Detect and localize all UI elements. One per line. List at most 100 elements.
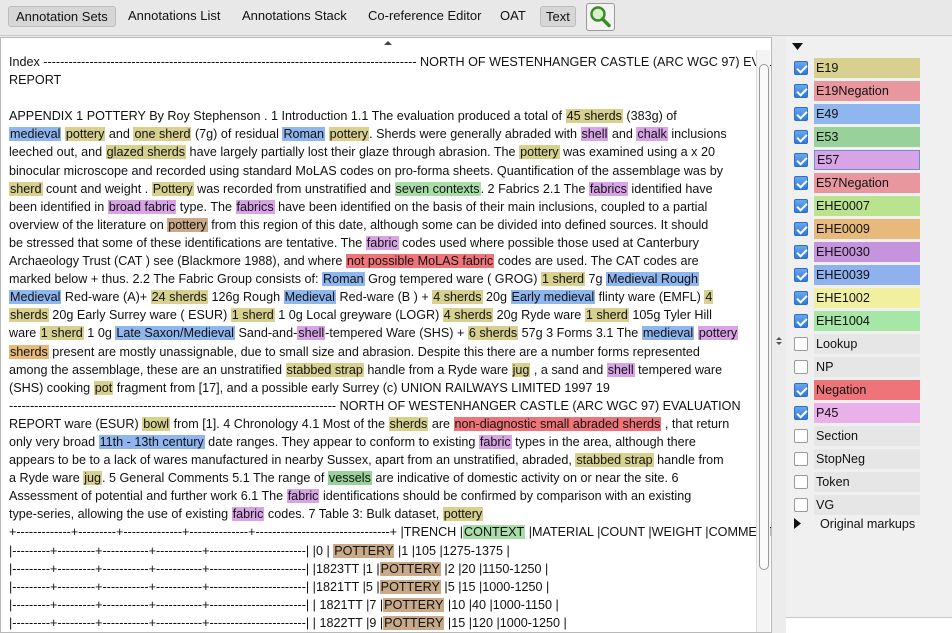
annotation-type-label[interactable]: E19Negation bbox=[814, 81, 920, 101]
annotation-type-label[interactable]: E57Negation bbox=[814, 173, 920, 193]
annotation-type-label[interactable]: Lookup bbox=[814, 334, 920, 354]
annotation-type-checkbox[interactable] bbox=[794, 429, 808, 443]
annotation-type-label[interactable]: E19 bbox=[814, 58, 920, 78]
annotation-highlight[interactable]: sherds bbox=[9, 344, 49, 359]
tab-annotation-sets[interactable]: Annotation Sets bbox=[8, 6, 116, 27]
annotation-highlight[interactable]: 4 sherds bbox=[432, 290, 483, 305]
annotation-highlight[interactable]: POTTERY bbox=[383, 597, 445, 612]
annotation-highlight[interactable]: pottery bbox=[328, 127, 370, 142]
annotation-type-checkbox[interactable] bbox=[794, 176, 808, 190]
annotation-highlight[interactable]: POTTERY bbox=[379, 579, 441, 594]
annotation-type-checkbox[interactable] bbox=[794, 153, 808, 167]
tab-annotations-list[interactable]: Annotations List bbox=[128, 8, 221, 23]
annotation-type-label[interactable]: E53 bbox=[814, 127, 920, 147]
annotation-type-row[interactable]: EHE0009 bbox=[786, 218, 952, 240]
annotation-type-label[interactable]: EHE0007 bbox=[814, 196, 920, 216]
annotation-highlight[interactable]: fabrics bbox=[588, 181, 628, 196]
annotation-type-row[interactable]: EHE0030 bbox=[786, 241, 952, 263]
annotation-type-row[interactable]: E49 bbox=[786, 103, 952, 125]
annotation-type-label[interactable]: EHE0039 bbox=[814, 265, 920, 285]
annotation-type-row[interactable]: EHE1004 bbox=[786, 310, 952, 332]
annotation-type-label[interactable]: EHE0009 bbox=[814, 219, 920, 239]
annotation-highlight[interactable]: shell bbox=[297, 326, 326, 341]
collapse-up-icon[interactable] bbox=[384, 40, 392, 46]
annotation-highlight[interactable]: 4 bbox=[704, 290, 714, 305]
annotation-highlight[interactable]: Early medieval bbox=[510, 290, 596, 305]
annotation-highlight[interactable]: sherds bbox=[9, 308, 49, 323]
expand-triangle-icon[interactable] bbox=[792, 43, 803, 51]
annotation-highlight[interactable]: fabric bbox=[286, 489, 320, 504]
annotation-highlight[interactable]: stabbed strap bbox=[285, 362, 364, 377]
annotation-highlight[interactable]: vessels bbox=[327, 471, 372, 486]
annotation-highlight[interactable]: one sherd bbox=[133, 127, 192, 142]
annotation-highlight[interactable]: medieval bbox=[9, 127, 62, 142]
annotation-highlight[interactable]: fabric bbox=[365, 235, 399, 250]
annotation-highlight[interactable]: not possible MoLAS fabric bbox=[345, 254, 495, 269]
annotation-type-row[interactable]: EHE1002 bbox=[786, 287, 952, 309]
annotation-type-row[interactable]: E19 bbox=[786, 57, 952, 79]
annotation-highlight[interactable]: POTTERY bbox=[379, 561, 441, 576]
annotation-highlight[interactable]: Medieval bbox=[283, 290, 336, 305]
annotation-type-checkbox[interactable] bbox=[794, 61, 808, 75]
annotation-highlight[interactable]: Medieval Rough bbox=[606, 272, 700, 287]
annotation-highlight[interactable]: Roman bbox=[282, 127, 326, 142]
annotation-type-label[interactable]: Token bbox=[814, 472, 920, 492]
annotation-type-row[interactable]: NP bbox=[786, 356, 952, 378]
annotation-type-row[interactable]: Token bbox=[786, 471, 952, 493]
annotation-highlight[interactable]: glazed sherds bbox=[105, 145, 187, 160]
annotation-type-label[interactable]: Section bbox=[814, 426, 920, 446]
annotation-highlight[interactable]: pot bbox=[93, 380, 114, 395]
annotation-highlight[interactable]: POTTERY bbox=[333, 543, 395, 558]
annotation-highlight[interactable]: fabric bbox=[231, 507, 265, 522]
document-text-pane[interactable]: Index ----------------------------------… bbox=[0, 37, 772, 633]
annotation-type-checkbox[interactable] bbox=[794, 199, 808, 213]
annotation-highlight[interactable]: jug bbox=[511, 362, 531, 377]
annotation-highlight[interactable]: 24 sherds bbox=[150, 290, 208, 305]
annotation-type-checkbox[interactable] bbox=[794, 337, 808, 351]
annotation-type-checkbox[interactable] bbox=[794, 291, 808, 305]
annotation-highlight[interactable]: pottery bbox=[442, 507, 484, 522]
annotation-type-row[interactable]: P45 bbox=[786, 402, 952, 424]
annotation-highlight[interactable]: 1 sherd bbox=[541, 272, 586, 287]
annotation-highlight[interactable]: Medieval bbox=[9, 290, 62, 305]
annotation-highlight[interactable]: non-diagnostic small abraded sherds bbox=[453, 416, 662, 431]
annotation-type-row[interactable]: E53 bbox=[786, 126, 952, 148]
annotation-type-row[interactable]: EHE0039 bbox=[786, 264, 952, 286]
vertical-scrollbar[interactable] bbox=[756, 50, 770, 632]
annotation-type-label[interactable]: E57 bbox=[814, 150, 920, 170]
search-button[interactable] bbox=[586, 3, 615, 31]
annotation-type-row[interactable]: E19Negation bbox=[786, 80, 952, 102]
annotation-type-label[interactable]: P45 bbox=[814, 403, 920, 423]
annotation-highlight[interactable]: chalk bbox=[636, 127, 668, 142]
annotation-highlight[interactable]: pottery bbox=[64, 127, 106, 142]
annotation-highlight[interactable]: 1 sherd bbox=[584, 308, 629, 323]
annotation-type-checkbox[interactable] bbox=[794, 452, 808, 466]
annotation-highlight[interactable]: CONTEXT bbox=[463, 525, 526, 540]
annotation-type-checkbox[interactable] bbox=[794, 245, 808, 259]
annotation-highlight[interactable]: shell bbox=[606, 362, 635, 377]
tab-text[interactable]: Text bbox=[540, 6, 576, 27]
annotation-highlight[interactable]: 1 sherd bbox=[230, 308, 275, 323]
annotation-highlight[interactable]: Pottery bbox=[151, 181, 194, 196]
original-markups-row[interactable]: Original markups bbox=[786, 513, 952, 535]
annotation-type-label[interactable]: VG bbox=[814, 495, 920, 515]
collapsed-triangle-icon[interactable] bbox=[794, 518, 802, 529]
annotation-type-checkbox[interactable] bbox=[794, 130, 808, 144]
annotation-type-row[interactable]: StopNeg bbox=[786, 448, 952, 470]
annotation-type-row[interactable]: EHE0007 bbox=[786, 195, 952, 217]
annotation-highlight[interactable]: stabbed strap bbox=[575, 453, 654, 468]
scrollbar-thumb[interactable] bbox=[759, 64, 769, 570]
annotation-type-label[interactable]: EHE1002 bbox=[814, 288, 920, 308]
annotation-type-row[interactable]: Negation bbox=[786, 379, 952, 401]
annotation-highlight[interactable]: pottery bbox=[519, 145, 560, 160]
annotation-type-label[interactable]: StopNeg bbox=[814, 449, 920, 469]
annotation-highlight[interactable]: bowl bbox=[142, 416, 171, 431]
annotation-highlight[interactable]: pottery bbox=[697, 326, 739, 341]
annotation-type-checkbox[interactable] bbox=[794, 268, 808, 282]
annotation-highlight[interactable]: 45 sherds bbox=[565, 109, 623, 124]
annotation-highlight[interactable]: Late Saxon/Medieval bbox=[115, 326, 235, 341]
annotation-type-checkbox[interactable] bbox=[794, 360, 808, 374]
annotation-type-checkbox[interactable] bbox=[794, 222, 808, 236]
tab-co-reference-editor[interactable]: Co-reference Editor bbox=[368, 8, 481, 23]
annotation-highlight[interactable]: sherds bbox=[388, 416, 429, 431]
